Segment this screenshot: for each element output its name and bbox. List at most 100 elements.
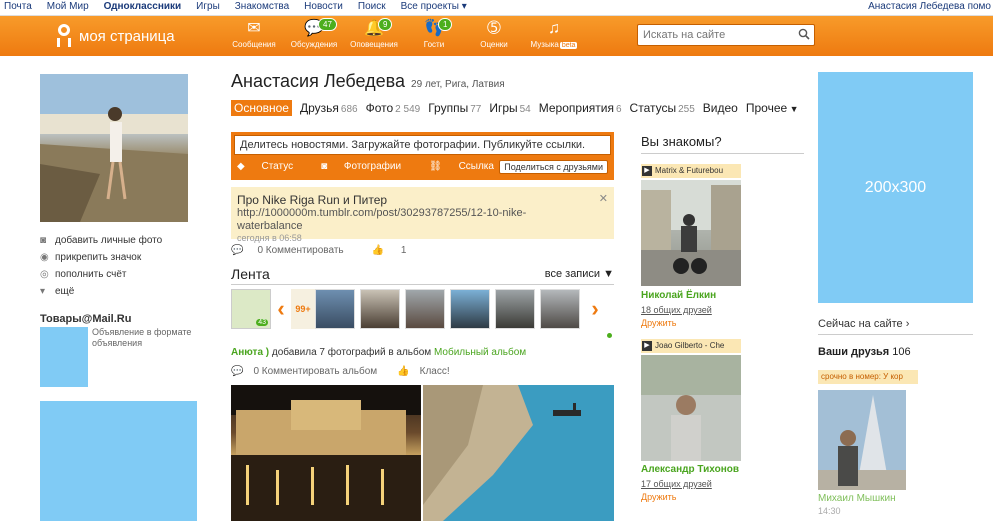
- friend-name[interactable]: Михаил Мышкин: [818, 493, 896, 504]
- portal-link-mail[interactable]: Почта: [4, 1, 32, 12]
- activity-user[interactable]: Анюта ): [231, 347, 269, 358]
- card-status-tag[interactable]: ▶ Matrix & Futurebou: [641, 164, 741, 178]
- nav-guests[interactable]: 👣 1 Гости: [404, 16, 464, 56]
- portal-link-dating[interactable]: Знакомства: [235, 1, 289, 12]
- close-icon[interactable]: ✕: [599, 192, 608, 205]
- goods-ad-image[interactable]: [40, 327, 88, 387]
- suggested-friend-photo[interactable]: [641, 180, 741, 286]
- activity-comment-button[interactable]: 💬 0 Комментировать альбом: [231, 366, 387, 377]
- share-link-button[interactable]: ⛓ Ссылка: [429, 161, 508, 172]
- tab-games-label[interactable]: Игры: [489, 101, 517, 115]
- share-photos-button[interactable]: ◙ Фотографии: [321, 161, 415, 172]
- activity-like-button[interactable]: 👍 Класс!: [397, 366, 459, 377]
- mutual-friends-link[interactable]: 18 общих друзей: [641, 305, 712, 315]
- strip-more-count[interactable]: 99+: [291, 289, 315, 329]
- share-input[interactable]: Делитесь новостями. Загружайте фотографи…: [234, 135, 611, 155]
- post-comment-label[interactable]: 0 Комментировать: [257, 245, 343, 256]
- tab-groups[interactable]: Группы 77: [428, 100, 481, 116]
- friend-status-tag[interactable]: срочно в номер: У кор: [818, 370, 918, 384]
- card-status-tag[interactable]: ▶ Joao Gilberto - Che: [641, 339, 741, 353]
- all-records-dropdown[interactable]: все записи ▼: [545, 268, 614, 280]
- portal-link-games[interactable]: Игры: [196, 1, 220, 12]
- your-friends-label[interactable]: Ваши друзья: [818, 346, 889, 358]
- portal-link-myworld[interactable]: Мой Мир: [47, 1, 89, 12]
- nav-music[interactable]: ♫ Музыка beta: [524, 16, 584, 56]
- site-logo[interactable]: моя страница: [55, 24, 175, 48]
- top-up-link[interactable]: ◎ пополнить счёт: [40, 266, 162, 283]
- album-photo[interactable]: [231, 385, 421, 521]
- attach-badge-link[interactable]: ◉ прикрепить значок: [40, 249, 162, 266]
- tab-friends-label[interactable]: Друзья: [300, 101, 339, 115]
- post-like-button[interactable]: 👍 1: [372, 245, 421, 256]
- nav-ratings[interactable]: ➄ Оценки: [464, 16, 524, 56]
- card-status-text[interactable]: Joao Gilberto - Che: [655, 341, 724, 350]
- add-photo-link[interactable]: ◙ добавить личные фото: [40, 232, 162, 249]
- nav-discussions[interactable]: 💬 47 Обсуждения: [284, 16, 344, 56]
- friend-thumb[interactable]: [405, 289, 445, 329]
- share-with-friends-button[interactable]: Поделиться с друзьями: [499, 160, 608, 174]
- tab-groups-label[interactable]: Группы: [428, 101, 468, 115]
- share-link-label[interactable]: Ссылка: [459, 161, 494, 172]
- portal-user-name[interactable]: Анастасия Лебедева: [868, 1, 965, 12]
- portal-link-search[interactable]: Поиск: [358, 1, 386, 12]
- post-like-count[interactable]: 1: [401, 245, 407, 256]
- album-photo[interactable]: [423, 385, 614, 521]
- strip-next-arrow[interactable]: ›: [585, 289, 605, 329]
- top-up-label[interactable]: пополнить счёт: [55, 269, 126, 280]
- suggested-friend-name[interactable]: Николай Ёлкин: [641, 290, 716, 301]
- search-input[interactable]: [638, 25, 788, 45]
- friend-thumb[interactable]: [315, 289, 355, 329]
- tab-friends[interactable]: Друзья 686: [300, 100, 358, 116]
- now-online-link[interactable]: Сейчас на сайте ›: [818, 318, 973, 335]
- mutual-friends-link[interactable]: 17 общих друзей: [641, 479, 712, 489]
- post-link[interactable]: http://1000000m.tumblr.com/post/30293787…: [237, 207, 557, 233]
- portal-link-news[interactable]: Новости: [304, 1, 343, 12]
- profile-avatar[interactable]: [40, 74, 188, 222]
- attach-badge-label[interactable]: прикрепить значок: [55, 252, 141, 263]
- activity-comment-label[interactable]: 0 Комментировать альбом: [253, 366, 377, 377]
- friend-thumb[interactable]: [360, 289, 400, 329]
- nav-messages[interactable]: ✉ Сообщения: [224, 16, 284, 56]
- tab-video[interactable]: Видео: [703, 100, 738, 116]
- portal-link-odnoklassniki[interactable]: Одноклассники: [104, 1, 182, 12]
- suggested-friend-name[interactable]: Александр Тихонов: [641, 464, 739, 475]
- suggested-friend-photo[interactable]: [641, 355, 741, 461]
- add-photo-label[interactable]: добавить личные фото: [55, 235, 162, 246]
- more-label[interactable]: ещё: [55, 286, 74, 297]
- right-ad-banner[interactable]: 200x300: [818, 72, 973, 303]
- tab-statuses[interactable]: Статусы 255: [630, 100, 695, 116]
- tab-video-label[interactable]: Видео: [703, 101, 738, 115]
- feed-friends-icon[interactable]: 43: [231, 289, 271, 329]
- add-friend-link[interactable]: Дружить: [641, 492, 676, 502]
- tab-photos[interactable]: Фото 2 549: [366, 100, 421, 116]
- your-friends-title[interactable]: Ваши друзья 106: [818, 346, 911, 358]
- friend-photo[interactable]: [818, 390, 906, 490]
- tab-other-label[interactable]: Прочее: [746, 101, 787, 115]
- portal-user[interactable]: Анастасия Лебедева помо: [868, 1, 991, 12]
- more-link[interactable]: ▾ ещё: [40, 283, 162, 300]
- nav-notifications[interactable]: 🔔 9 Оповещения: [344, 16, 404, 56]
- friend-thumb[interactable]: [495, 289, 535, 329]
- share-photos-label[interactable]: Фотографии: [344, 161, 401, 172]
- post-comment-button[interactable]: 💬 0 Комментировать: [231, 245, 358, 256]
- tab-photos-label[interactable]: Фото: [366, 101, 394, 115]
- tab-games[interactable]: Игры 54: [489, 100, 530, 116]
- add-friend-link[interactable]: Дружить: [641, 318, 676, 328]
- logo-text[interactable]: моя страница: [79, 28, 175, 45]
- left-ad-banner[interactable]: [40, 401, 197, 521]
- tab-events[interactable]: Мероприятия 6: [539, 100, 622, 116]
- goods-ad-text[interactable]: Объявление в формате объявления: [92, 327, 202, 349]
- tab-main[interactable]: Основное: [231, 100, 292, 116]
- activity-like-label[interactable]: Класс!: [420, 366, 450, 377]
- portal-link-all-projects[interactable]: Все проекты ▾: [401, 1, 467, 12]
- tab-events-label[interactable]: Мероприятия: [539, 101, 614, 115]
- tab-statuses-label[interactable]: Статусы: [630, 101, 677, 115]
- tab-other[interactable]: Прочее: [746, 100, 799, 116]
- share-status-button[interactable]: ◆ Статус: [237, 161, 307, 172]
- strip-prev-arrow[interactable]: ‹: [271, 289, 291, 329]
- friend-thumb[interactable]: [540, 289, 580, 329]
- tab-main-label[interactable]: Основное: [234, 101, 289, 115]
- portal-user-suffix[interactable]: помо: [968, 1, 991, 12]
- share-status-label[interactable]: Статус: [261, 161, 293, 172]
- activity-album[interactable]: Мобильный альбом: [434, 347, 526, 358]
